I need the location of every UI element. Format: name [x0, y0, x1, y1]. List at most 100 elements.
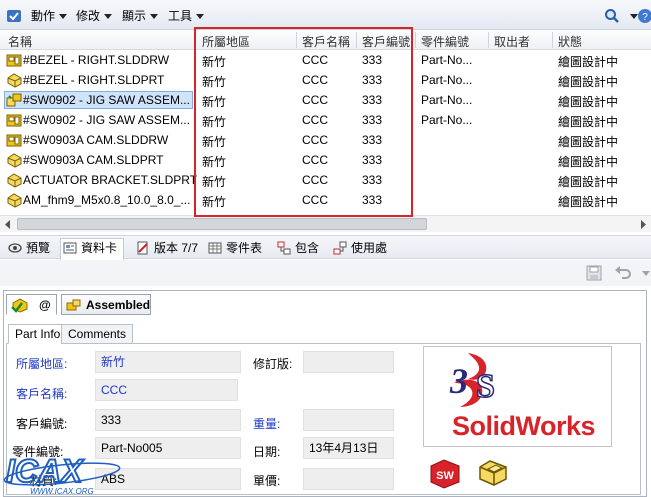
tab-assembled[interactable]: Assembled	[61, 294, 151, 315]
menu-display-label: 顯示	[122, 9, 147, 23]
custno-field[interactable]: 333	[95, 409, 241, 431]
scroll-right-icon[interactable]	[639, 220, 647, 229]
row-name: #BEZEL - RIGHT.SLDPRT	[23, 73, 165, 87]
menu-modify[interactable]: 修改	[76, 8, 113, 24]
row-status: 繪圖設計中	[558, 115, 619, 129]
undo-icon[interactable]	[614, 265, 632, 281]
row-region: 新竹	[202, 95, 227, 109]
table-row[interactable]: AM_fhm9_M5x0.8_10.0_8.0_... 新竹 CCC 333 繪圖設計中	[0, 190, 651, 210]
toolbar: 動作 修改 顯示 工具 ?	[0, 0, 651, 30]
menu-tools-label: 工具	[168, 9, 193, 23]
horizontal-scrollbar[interactable]	[0, 215, 651, 232]
partno-field[interactable]: Part-No005	[95, 437, 241, 459]
row-customer: CCC	[302, 73, 328, 87]
row-custno: 333	[362, 153, 383, 167]
tab-at[interactable]: @	[6, 294, 57, 315]
tab-datacard[interactable]: 資料卡	[60, 238, 125, 260]
customer-label: 客戶名稱:	[16, 387, 68, 401]
drawing-file-icon	[6, 54, 22, 67]
tab-where-used[interactable]: 使用處	[331, 239, 387, 257]
chevron-down-icon	[196, 14, 205, 20]
column-header-status[interactable]: 狀態	[558, 33, 582, 50]
column-divider[interactable]	[415, 32, 416, 48]
tab-assembled-label: Assembled	[86, 298, 151, 312]
table-row[interactable]: #SW0903A CAM.SLDDRW 新竹 CCC 333 繪圖設計中	[0, 130, 651, 150]
tab-comments[interactable]: Comments	[61, 324, 134, 344]
help-icon[interactable]: ?	[637, 8, 651, 24]
part-3d-icon[interactable]	[476, 455, 510, 489]
scroll-left-icon[interactable]	[4, 220, 12, 229]
save-icon[interactable]	[586, 265, 602, 281]
table-row[interactable]: ACTUATOR BRACKET.SLDPRT 新竹 CCC 333 繪圖設計中	[0, 170, 651, 190]
column-divider[interactable]	[296, 32, 297, 48]
tab-comments-label: Comments	[68, 327, 127, 341]
svg-text:S: S	[476, 368, 495, 405]
row-customer: CCC	[302, 173, 328, 187]
scrollbar-thumb[interactable]	[17, 218, 427, 230]
row-region: 新竹	[202, 55, 227, 69]
column-header-name[interactable]: 名稱	[8, 33, 32, 50]
date-field[interactable]: 13年4月13日	[303, 437, 394, 459]
material-field[interactable]: ABS	[95, 468, 241, 490]
price-field[interactable]	[303, 468, 394, 490]
menu-tools[interactable]: 工具	[168, 8, 205, 24]
row-region: 新竹	[202, 175, 227, 189]
row-customer: CCC	[302, 193, 328, 207]
sw-app-icon[interactable]: SW	[428, 458, 462, 490]
row-status: 繪圖設計中	[558, 55, 619, 69]
row-custno: 333	[362, 53, 383, 67]
column-header-custno[interactable]: 客戶編號	[362, 33, 410, 50]
table-row[interactable]: #BEZEL - RIGHT.SLDDRW 新竹 CCC 333 Part-No... 繪…	[0, 50, 651, 70]
material-label: 材質:	[30, 474, 58, 488]
row-custno: 333	[362, 93, 383, 107]
tab-bom[interactable]: 零件表	[206, 239, 262, 257]
svg-text:?: ?	[642, 12, 648, 23]
revision-label: 修訂版:	[253, 357, 293, 371]
solidworks-brand-text: SolidWorks	[452, 411, 596, 441]
column-header-region[interactable]: 所屬地區	[202, 33, 250, 50]
row-name: #BEZEL - RIGHT.SLDDRW	[23, 53, 170, 67]
weight-label: 重量:	[253, 417, 281, 431]
column-header-partno[interactable]: 零件編號	[421, 33, 469, 50]
row-name: ACTUATOR BRACKET.SLDPRT	[23, 173, 198, 187]
column-divider[interactable]	[356, 32, 357, 48]
search-icon[interactable]	[604, 8, 620, 24]
svg-text:SW: SW	[436, 470, 454, 482]
table-row[interactable]: #SW0903A CAM.SLDPRT 新竹 CCC 333 繪圖設計中	[0, 150, 651, 170]
tab-preview[interactable]: 預覽	[6, 239, 50, 257]
menu-display[interactable]: 顯示	[122, 8, 159, 24]
tab-bom-label: 零件表	[226, 241, 263, 255]
column-header-bar: 名稱 所屬地區 客戶名稱 客戶編號 零件編號 取出者 狀態	[0, 30, 651, 50]
region-field[interactable]: 新竹	[95, 351, 241, 373]
customer-field[interactable]: CCC	[95, 379, 238, 401]
drawing-file-icon	[6, 114, 22, 127]
row-custno: 333	[362, 133, 383, 147]
undo-dropdown-icon[interactable]	[642, 271, 650, 276]
column-header-customer[interactable]: 客戶名稱	[302, 33, 350, 50]
column-divider[interactable]	[195, 32, 196, 48]
revision-field[interactable]	[303, 351, 394, 373]
weight-field[interactable]	[303, 409, 394, 431]
row-custno: 333	[362, 113, 383, 127]
row-partno: Part-No...	[421, 113, 473, 127]
chevron-down-icon	[104, 14, 113, 20]
column-header-checkout[interactable]: 取出者	[494, 33, 530, 50]
table-row[interactable]: #BEZEL - RIGHT.SLDPRT 新竹 CCC 333 Part-No... 繪…	[0, 70, 651, 90]
tab-contains[interactable]: 包含	[275, 239, 319, 257]
row-region: 新竹	[202, 195, 227, 209]
row-status: 繪圖設計中	[558, 175, 619, 189]
tab-where-used-label: 使用處	[351, 241, 388, 255]
solidworks-logo: 3 S SolidWorks	[423, 346, 612, 447]
price-label: 單價:	[253, 474, 281, 488]
region-label: 所屬地區:	[16, 357, 68, 371]
row-custno: 333	[362, 73, 383, 87]
table-row[interactable]: #SW0902 - JIG SAW ASSEM... 新竹 CCC 333 Part-N…	[0, 110, 651, 130]
table-row[interactable]: #SW0902 - JIG SAW ASSEM... 新竹 CCC 333 Part-N…	[0, 90, 651, 110]
tab-version[interactable]: 版本 7/7	[134, 239, 198, 257]
part-file-icon	[7, 73, 22, 88]
column-divider[interactable]	[552, 32, 553, 48]
tab-part-info[interactable]: Part Info	[8, 324, 68, 344]
column-divider[interactable]	[488, 32, 489, 48]
menu-action[interactable]: 動作	[31, 8, 68, 24]
datacard-action-bar	[0, 260, 651, 286]
